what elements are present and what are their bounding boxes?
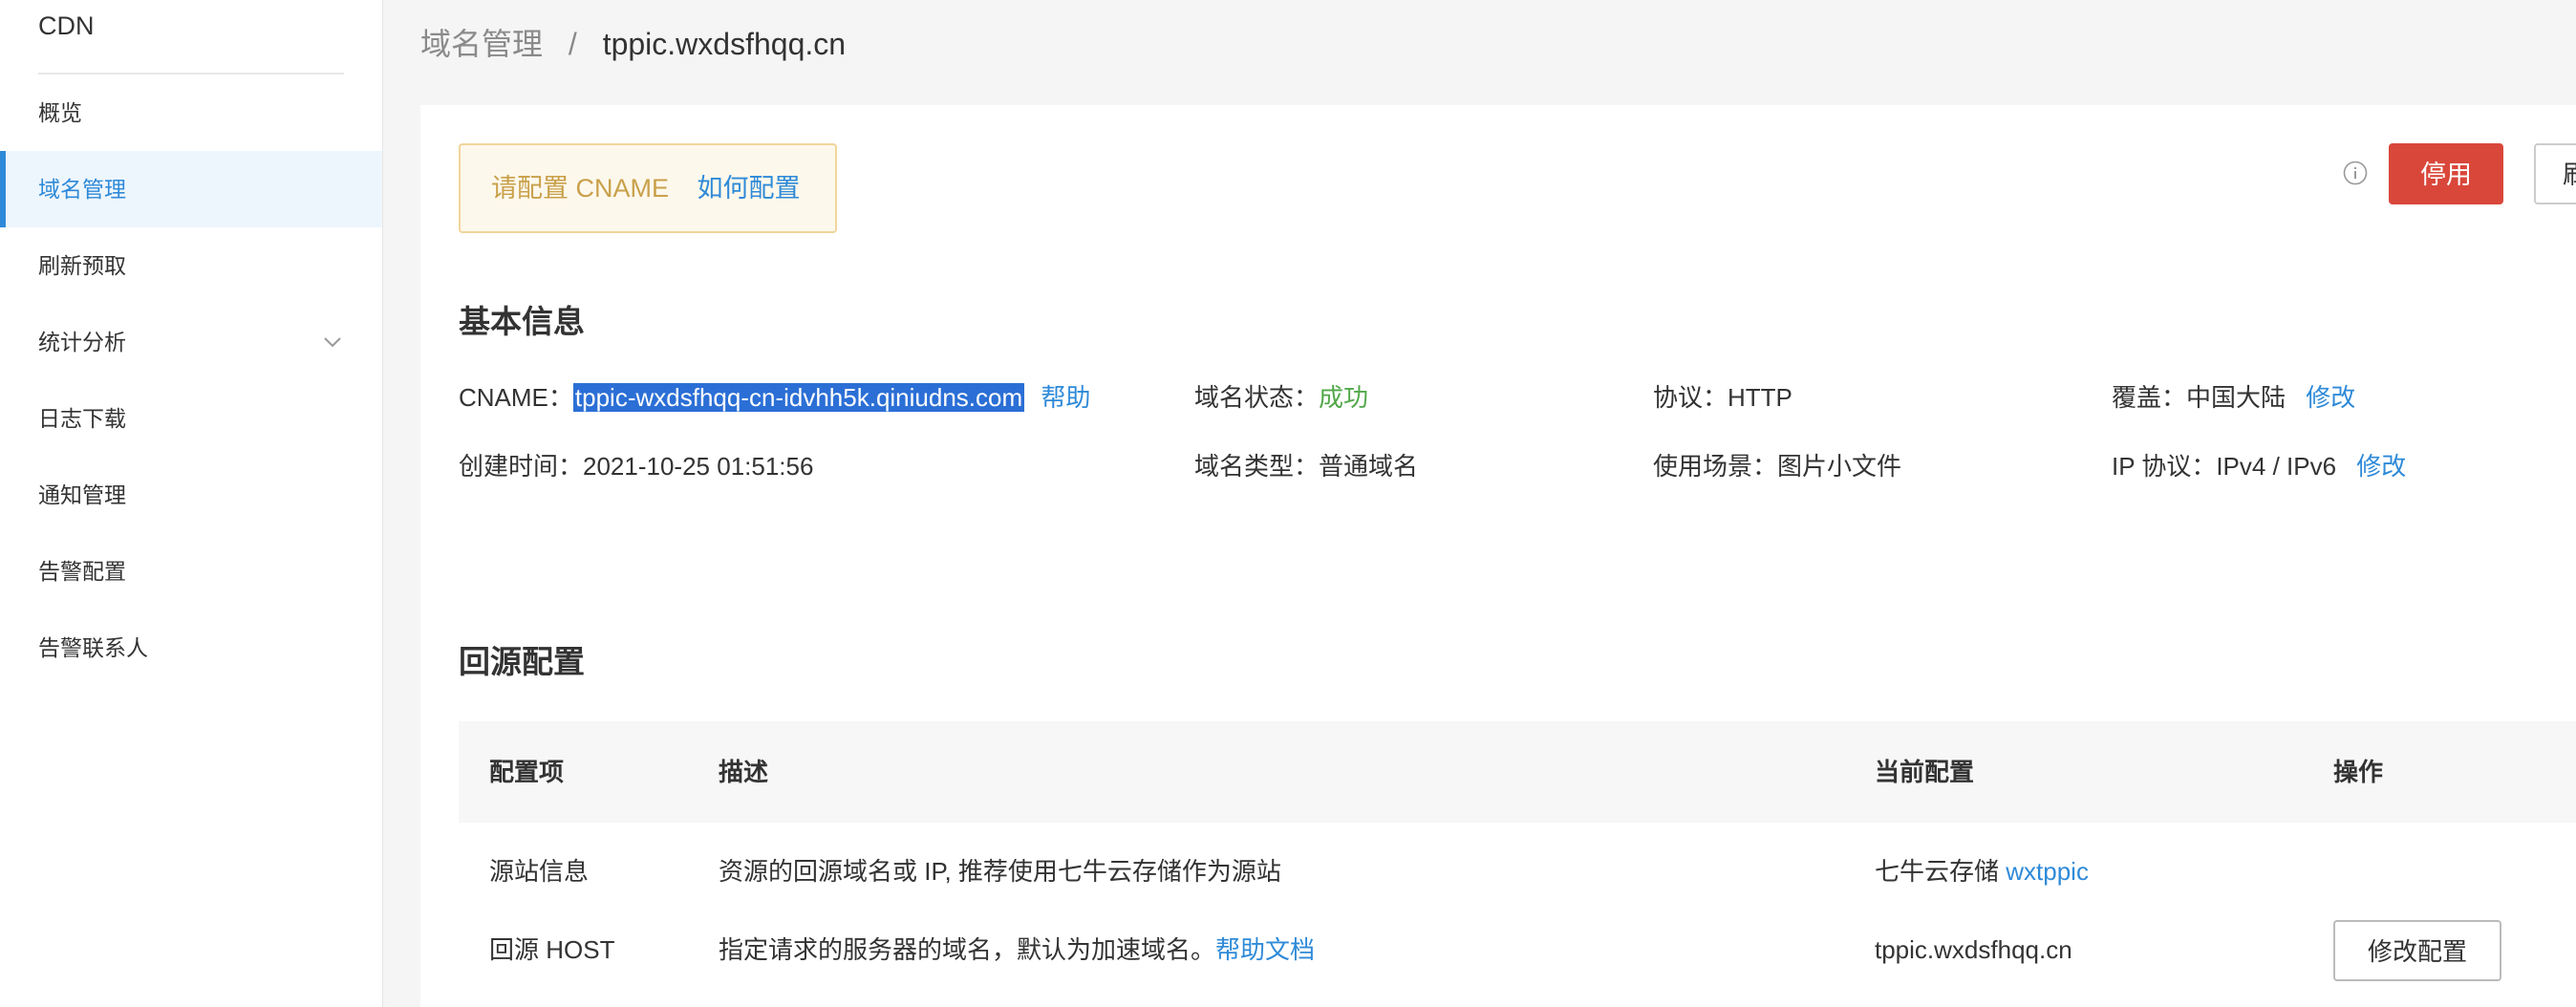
ip-protocol-edit-link[interactable]: 修改 (2356, 452, 2406, 481)
main-card: 请配置 CNAME 如何配置 停用 刷 基本信息 CNAME：tppic-wxd… (420, 105, 2576, 1007)
domain-status-label: 域名状态： (1194, 383, 1320, 412)
coverage-edit-link[interactable]: 修改 (2306, 383, 2355, 412)
cname-label: CNAME： (459, 383, 573, 412)
coverage-label: 覆盖： (2112, 383, 2187, 412)
protocol-value: HTTP (1728, 383, 1792, 412)
domain-type-label: 域名类型： (1194, 452, 1320, 481)
origin-bucket-link[interactable]: wxtppic (2006, 857, 2089, 886)
basic-info-title: 基本信息 (459, 304, 585, 339)
ip-protocol-label: IP 协议： (2112, 452, 2217, 481)
column-header-action: 操作 (2333, 758, 2384, 786)
help-docs-link[interactable]: 帮助文档 (1215, 935, 1315, 964)
info-icon[interactable] (2343, 161, 2368, 185)
created-time-label: 创建时间： (459, 452, 584, 481)
row-current: 七牛云存储 wxtppic (1875, 852, 2089, 890)
sidebar: CDN 概览 域名管理 刷新预取 统计分析 日志下载 通知管理 告警配置 告警联… (0, 0, 383, 1007)
breadcrumb-parent-link[interactable]: 域名管理 (420, 27, 543, 61)
breadcrumb-current: tppic.wxdsfhqq.cn (602, 27, 847, 61)
sidebar-item-label: 概览 (38, 100, 82, 125)
cname-alert-text: 请配置 CNAME (491, 174, 670, 203)
ip-protocol-value: IPv4 / IPv6 (2216, 452, 2337, 481)
sidebar-brand: CDN (38, 11, 95, 40)
domain-status-field: 域名状态：成功 (1194, 378, 1368, 417)
cname-help-link[interactable]: 帮助 (1041, 383, 1090, 412)
usage-scene-field: 使用场景：图片小文件 (1653, 447, 1901, 485)
row-description: 资源的回源域名或 IP, 推荐使用七牛云存储作为源站 (719, 857, 1281, 886)
sidebar-item-label: 通知管理 (38, 482, 126, 507)
coverage-field: 覆盖：中国大陆 修改 (2112, 378, 2355, 417)
cname-alert: 请配置 CNAME 如何配置 (459, 143, 837, 233)
domain-status-value: 成功 (1319, 383, 1369, 412)
domain-type-field: 域名类型：普通域名 (1194, 447, 1418, 485)
protocol-field: 协议：HTTP (1653, 378, 1792, 417)
sidebar-item-label: 日志下载 (38, 406, 126, 431)
how-to-configure-link[interactable]: 如何配置 (698, 174, 801, 203)
sidebar-item-label: 统计分析 (38, 330, 126, 354)
origin-config-title: 回源配置 (459, 644, 585, 679)
domain-type-value: 普通域名 (1319, 452, 1419, 481)
sidebar-item-domain-management[interactable]: 域名管理 (0, 151, 382, 227)
table-row: 回源 HOST 指定请求的服务器的域名，默认为加速域名。帮助文档 tppic.w… (459, 911, 2576, 989)
breadcrumb: 域名管理 / tppic.wxdsfhqq.cn (420, 25, 846, 63)
column-header-description: 描述 (719, 758, 769, 786)
protocol-label: 协议： (1653, 383, 1728, 412)
usage-scene-value: 图片小文件 (1777, 452, 1902, 481)
sidebar-item-label: 域名管理 (38, 177, 126, 202)
sidebar-item-alert-config[interactable]: 告警配置 (0, 533, 382, 610)
created-time-value: 2021-10-25 01:51:56 (583, 452, 814, 481)
column-header-item: 配置项 (489, 758, 565, 786)
sidebar-item-label: 刷新预取 (38, 253, 126, 278)
coverage-value: 中国大陆 (2186, 383, 2286, 412)
sidebar-item-notifications[interactable]: 通知管理 (0, 457, 382, 533)
row-description: 指定请求的服务器的域名，默认为加速域名。帮助文档 (719, 931, 1315, 969)
usage-scene-label: 使用场景： (1653, 452, 1778, 481)
row-current: tppic.wxdsfhqq.cn (1875, 935, 2072, 964)
sidebar-item-label: 告警联系人 (38, 635, 148, 660)
sidebar-item-log-download[interactable]: 日志下载 (0, 380, 382, 457)
created-time-field: 创建时间：2021-10-25 01:51:56 (459, 447, 813, 485)
column-header-current: 当前配置 (1875, 758, 1975, 786)
stop-button[interactable]: 停用 (2389, 143, 2503, 204)
sidebar-item-overview[interactable]: 概览 (0, 75, 382, 151)
breadcrumb-separator: / (568, 27, 577, 61)
row-current-prefix: 七牛云存储 (1875, 857, 2000, 886)
edit-config-button[interactable]: 修改配置 (2333, 920, 2501, 981)
cname-value[interactable]: tppic-wxdsfhqq-cn-idvhh5k.qiniudns.com (572, 383, 1025, 412)
cname-field: CNAME：tppic-wxdsfhqq-cn-idvhh5k.qiniudns… (459, 378, 1090, 417)
row-description-text: 指定请求的服务器的域名，默认为加速域名。 (719, 935, 1216, 964)
row-item: 源站信息 (489, 857, 590, 886)
refresh-button[interactable]: 刷 (2534, 143, 2576, 204)
sidebar-item-statistics[interactable]: 统计分析 (0, 304, 382, 380)
sidebar-item-alert-contacts[interactable]: 告警联系人 (0, 610, 382, 686)
ip-protocol-field: IP 协议：IPv4 / IPv6 修改 (2112, 447, 2406, 485)
table-header: 配置项 描述 当前配置 操作 (459, 721, 2576, 823)
table-row: 源站信息 资源的回源域名或 IP, 推荐使用七牛云存储作为源站 七牛云存储 wx… (459, 832, 2576, 911)
sidebar-item-refresh-prefetch[interactable]: 刷新预取 (0, 227, 382, 304)
sidebar-item-label: 告警配置 (38, 559, 126, 584)
chevron-down-icon (321, 304, 344, 380)
row-item: 回源 HOST (489, 935, 615, 964)
